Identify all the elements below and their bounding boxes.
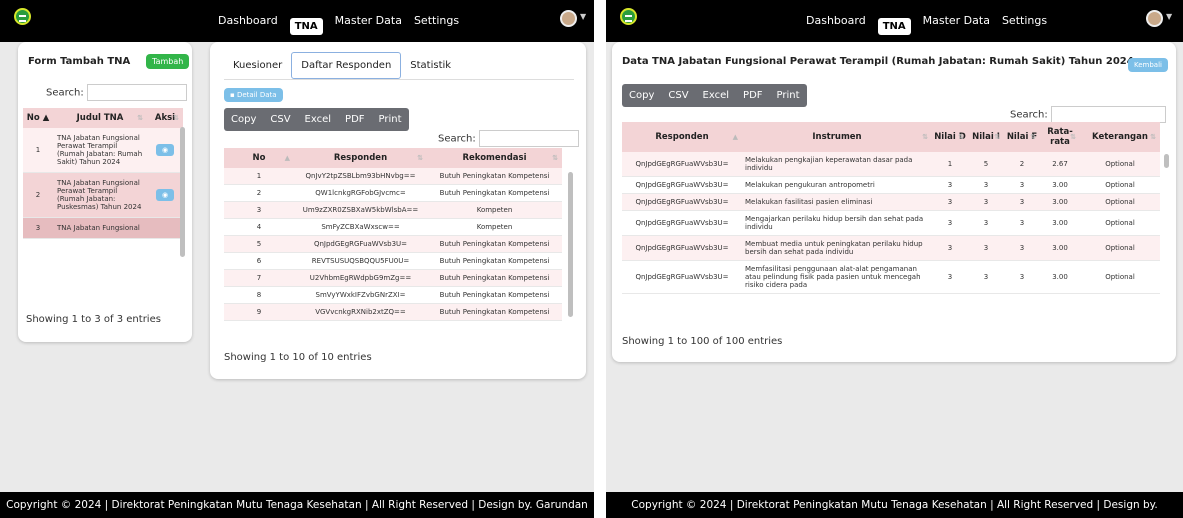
view-icon[interactable]: ◉ <box>156 189 174 201</box>
nav-tna[interactable]: TNA <box>289 18 323 35</box>
table-row: 7 U2VhbmEgRWdpbG9mZg== Butuh Peningkatan K… <box>224 269 562 287</box>
nav-links: Dashboard TNA Master Data Settings <box>806 14 1059 35</box>
col-no[interactable]: No ▲ <box>224 148 294 168</box>
col-nilai-i[interactable]: Nilai I ⇅ <box>968 122 1004 152</box>
app-logo-icon[interactable] <box>620 8 637 25</box>
scrollbar[interactable] <box>180 127 185 257</box>
table-row: 8 SmVyYWxkIFZvbGNrZXI= Butuh Peningkatan K… <box>224 286 562 304</box>
scrollbar[interactable] <box>1164 154 1169 168</box>
user-avatar[interactable] <box>1146 10 1163 27</box>
nav-dashboard[interactable]: Dashboard <box>218 14 278 27</box>
search-label: Search: <box>46 87 84 99</box>
footer: Copyright © 2024 | Direktorat Peningkata… <box>606 492 1183 518</box>
data-table-wrap: Responden ▲ Instrumen ⇅ Nilai D ⇅ Nilai I ⇅ … <box>622 122 1160 328</box>
nav-dashboard[interactable]: Dashboard <box>806 14 866 27</box>
nav-links: Dashboard TNA Master Data Settings <box>218 14 471 35</box>
col-judul[interactable]: Judul TNA ⇅ <box>53 108 147 128</box>
table-row: QnJpdGEgRGFuaWVsb3U= Melakukan pengukuran… <box>622 176 1160 194</box>
table-row: 2 TNA Jabatan Fungsional Perawat Terampil… <box>23 172 183 218</box>
table-row: QnJpdGEgRGFuaWVsb3U= Melakukan fasilitasi… <box>622 193 1160 211</box>
table-row: QnJpdGEgRGFuaWVsb3U= Membuat media untuk … <box>622 235 1160 261</box>
table-row: 9 VGVvcnkgRXNib2xtZQ== Butuh Peningkatan K… <box>224 303 562 321</box>
search-input[interactable] <box>478 130 579 147</box>
search-input[interactable] <box>1050 106 1166 123</box>
csv-button[interactable]: CSV <box>661 84 695 107</box>
tab-kuesioner[interactable]: Kuesioner <box>224 53 291 78</box>
col-responden[interactable]: Responden ▲ <box>622 122 742 152</box>
print-button[interactable]: Print <box>372 108 409 131</box>
detail-data-button[interactable]: ▪ Detail Data <box>224 88 283 102</box>
entries-info: Showing 1 to 3 of 3 entries <box>26 314 161 325</box>
table-row: QnJpdGEgRGFuaWVsb3U= Memfasilitasi penggu… <box>622 260 1160 294</box>
data-search: Search: <box>1010 106 1166 123</box>
resp-search: Search: <box>438 130 579 147</box>
table-row: 2 QW1lcnkgRGFobGJvcmc= Butuh Peningkatan K… <box>224 184 562 202</box>
col-nilai-f[interactable]: Nilai F ⇅ <box>1004 122 1040 152</box>
entries-info: Showing 1 to 100 of 100 entries <box>622 336 783 347</box>
page-title: Data TNA Jabatan Fungsional Perawat Tera… <box>622 56 1134 67</box>
table-row: 6 REVTSUSUQSBQQU5FU0U= Butuh Peningkatan K… <box>224 252 562 270</box>
responden-table-wrap: No ▲ Responden ⇅ Rekomendasi ⇅ 1 QnJvY2tpZSB… <box>224 148 562 344</box>
chevron-down-icon[interactable]: ▼ <box>580 12 586 21</box>
export-buttons: Copy CSV Excel PDF Print <box>622 84 807 107</box>
col-aksi[interactable]: Aksi ⇅ <box>147 108 183 128</box>
app-logo-icon[interactable] <box>14 8 31 25</box>
data-table: Responden ▲ Instrumen ⇅ Nilai D ⇅ Nilai I ⇅ … <box>622 122 1160 294</box>
nav-master-data[interactable]: Master Data <box>335 14 402 27</box>
copy-button[interactable]: Copy <box>622 84 661 107</box>
col-instrumen[interactable]: Instrumen ⇅ <box>742 122 932 152</box>
responden-table: No ▲ Responden ⇅ Rekomendasi ⇅ 1 QnJvY2tpZSB… <box>224 148 562 321</box>
nav-settings[interactable]: Settings <box>414 14 459 27</box>
tabs: Kuesioner Daftar Responden Statistik <box>224 52 574 80</box>
table-row: QnJpdGEgRGFuaWVsb3U= Mengajarkan perilaku… <box>622 210 1160 236</box>
table-row: 1 TNA Jabatan Fungsional Perawat Terampil… <box>23 128 183 173</box>
csv-button[interactable]: CSV <box>263 108 297 131</box>
user-avatar[interactable] <box>560 10 577 27</box>
table-row: 4 SmFyZCBXaWxscw== Kompeten <box>224 218 562 236</box>
form-title: Form Tambah TNA <box>28 56 131 67</box>
top-navbar: Dashboard TNA Master Data Settings ▼ <box>606 0 1183 42</box>
print-button[interactable]: Print <box>770 84 807 107</box>
responden-card: Kuesioner Daftar Responden Statistik ▪ D… <box>210 42 586 379</box>
entries-info: Showing 1 to 10 of 10 entries <box>224 352 372 363</box>
tna-table-wrap: No ▲ Judul TNA ⇅ Aksi ⇅ 1 TNA Jabatan Fungs… <box>23 108 183 298</box>
nav-tna[interactable]: TNA <box>877 18 911 35</box>
col-no[interactable]: No ▲ <box>23 108 53 128</box>
kembali-button[interactable]: Kembali <box>1128 58 1168 72</box>
col-rekomendasi[interactable]: Rekomendasi ⇅ <box>427 148 562 168</box>
table-row: 5 QnJpdGEgRGFuaWVsb3U= Butuh Peningkatan K… <box>224 235 562 253</box>
nav-master-data[interactable]: Master Data <box>923 14 990 27</box>
col-keterangan[interactable]: Keterangan ⇅ <box>1080 122 1160 152</box>
export-buttons: Copy CSV Excel PDF Print <box>224 108 409 131</box>
tna-table: No ▲ Judul TNA ⇅ Aksi ⇅ 1 TNA Jabatan Fungs… <box>23 108 183 239</box>
table-row: 1 QnJvY2tpZSBLbm93bHNvbg== Butuh Peningkat… <box>224 168 562 185</box>
col-rata-rata[interactable]: Rata-rata ⇅ <box>1040 122 1080 152</box>
col-nilai-d[interactable]: Nilai D ⇅ <box>932 122 968 152</box>
form-tambah-card: Form Tambah TNA Tambah Search: No ▲ Judu… <box>18 42 192 342</box>
pdf-button[interactable]: PDF <box>338 108 371 131</box>
nav-settings[interactable]: Settings <box>1002 14 1047 27</box>
tab-daftar-responden[interactable]: Daftar Responden <box>291 52 402 79</box>
tab-statistik[interactable]: Statistik <box>401 53 460 78</box>
copy-button[interactable]: Copy <box>224 108 263 131</box>
table-row: 3 Um9zZXR0ZSBXaW5kbWlsbA== Kompeten <box>224 201 562 219</box>
search-input[interactable] <box>86 84 187 101</box>
excel-button[interactable]: Excel <box>696 84 737 107</box>
tambah-button[interactable]: Tambah <box>146 54 190 69</box>
pdf-button[interactable]: PDF <box>736 84 769 107</box>
col-responden[interactable]: Responden ⇅ <box>294 148 427 168</box>
view-icon[interactable]: ◉ <box>156 144 174 156</box>
left-screen: Dashboard TNA Master Data Settings ▼ For… <box>0 0 594 518</box>
footer: Copyright © 2024 | Direktorat Peningkata… <box>0 492 594 518</box>
form-search: Search: <box>46 84 187 101</box>
chevron-down-icon[interactable]: ▼ <box>1166 12 1172 21</box>
scrollbar[interactable] <box>568 172 573 317</box>
table-row: QnJpdGEgRGFuaWVsb3U= Melakukan pengkajian… <box>622 152 1160 177</box>
table-row: 3 TNA Jabatan Fungsional <box>23 217 183 239</box>
right-screen: Dashboard TNA Master Data Settings ▼ Dat… <box>606 0 1183 518</box>
top-navbar: Dashboard TNA Master Data Settings ▼ <box>0 0 594 42</box>
excel-button[interactable]: Excel <box>298 108 339 131</box>
data-tna-card: Data TNA Jabatan Fungsional Perawat Tera… <box>612 42 1176 362</box>
